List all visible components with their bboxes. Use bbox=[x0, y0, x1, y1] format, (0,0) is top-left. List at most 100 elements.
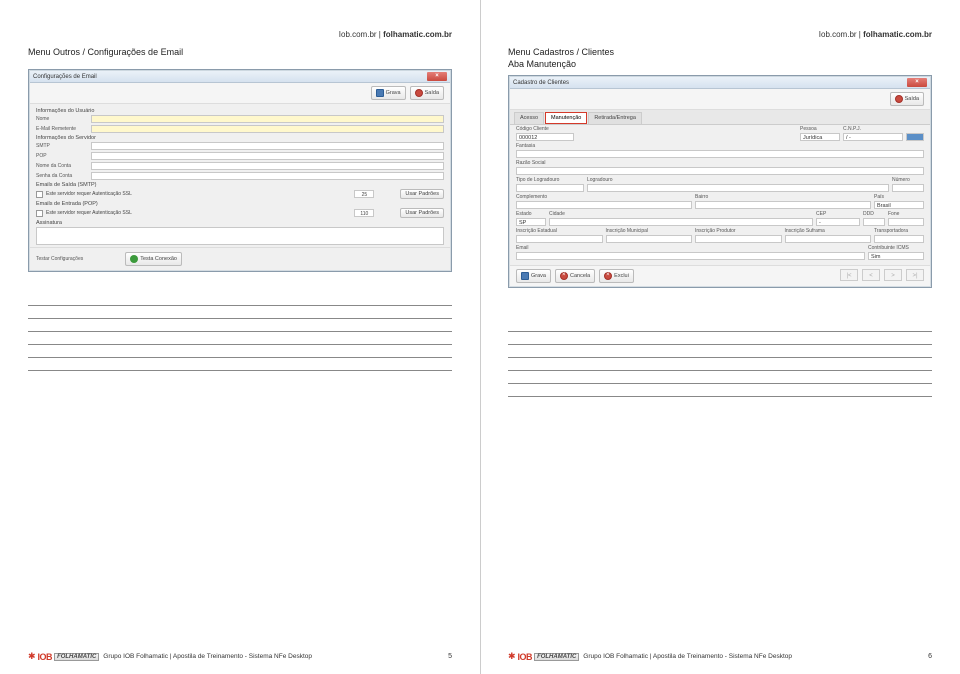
screenshot-email-config: Configurações de Email × Grava Saída Inf… bbox=[28, 69, 452, 272]
nome-input[interactable] bbox=[91, 115, 444, 123]
label-insc-suf: Inscrição Suframa bbox=[785, 228, 872, 234]
screenshot-clientes: Cadastro de Clientes × Saída Acesso Manu… bbox=[508, 75, 932, 288]
footer-text: Grupo IOB Folhamatic | Apostila de Trein… bbox=[583, 653, 792, 660]
cancela-button[interactable]: Cancela bbox=[555, 269, 595, 283]
grava-button[interactable]: Grava bbox=[516, 269, 551, 283]
close-icon bbox=[895, 95, 903, 103]
insc-est-input[interactable] bbox=[516, 235, 603, 243]
close-icon[interactable]: × bbox=[427, 72, 447, 81]
label-nome-conta: Nome da Conta bbox=[36, 163, 88, 169]
nome-conta-input[interactable] bbox=[91, 162, 444, 170]
ssl-label-smtp: Este servidor requer Autenticação SSL bbox=[46, 191, 351, 197]
window-title: Cadastro de Clientes bbox=[513, 80, 569, 86]
folhamatic-badge: FOLHAMATIC bbox=[534, 653, 579, 661]
pessoa-select[interactable]: Jurídica bbox=[800, 133, 840, 141]
label-estado: Estado bbox=[516, 211, 546, 217]
label-senha-conta: Senha da Conta bbox=[36, 173, 88, 179]
fantasia-input[interactable] bbox=[516, 150, 924, 158]
tab-manutencao[interactable]: Manutenção bbox=[545, 112, 587, 124]
label-cnpj: C.N.P.J. bbox=[843, 126, 903, 132]
bottom-toolbar: Grava Cancela Exclui |< < > >| bbox=[510, 265, 930, 286]
page-number: 5 bbox=[448, 653, 452, 660]
label-assinatura: Assinatura bbox=[36, 220, 444, 226]
receita-icon[interactable] bbox=[906, 133, 924, 141]
exclui-button[interactable]: Exclui bbox=[599, 269, 634, 283]
estado-select[interactable]: SP bbox=[516, 218, 546, 226]
tipo-log-input[interactable] bbox=[516, 184, 584, 192]
insc-suf-input[interactable] bbox=[785, 235, 872, 243]
insc-prod-input[interactable] bbox=[695, 235, 782, 243]
test-icon bbox=[130, 255, 138, 263]
pop-input[interactable] bbox=[91, 152, 444, 160]
ssl-checkbox-smtp[interactable] bbox=[36, 191, 43, 198]
testa-conexao-button[interactable]: Testa Conexão bbox=[125, 252, 182, 266]
cidade-input[interactable] bbox=[549, 218, 813, 226]
smtp-input[interactable] bbox=[91, 142, 444, 150]
label-codigo-cliente: Código Cliente bbox=[516, 126, 574, 132]
insc-mun-input[interactable] bbox=[606, 235, 693, 243]
port-pop-input[interactable]: 110 bbox=[354, 209, 374, 217]
pais-input[interactable]: Brasil bbox=[874, 201, 924, 209]
section-pop-in: Emails de Entrada (POP) bbox=[36, 201, 444, 207]
port-smtp-input[interactable]: 25 bbox=[354, 190, 374, 198]
cancel-icon bbox=[560, 272, 568, 280]
label-contrib: Contribuinte ICMS bbox=[868, 245, 924, 251]
label-insc-est: Inscrição Estadual bbox=[516, 228, 603, 234]
ssl-label-pop: Este servidor requer Autenticação SSL bbox=[46, 210, 351, 216]
contrib-select[interactable]: Sim bbox=[868, 252, 924, 260]
saida-button[interactable]: Saída bbox=[890, 92, 924, 106]
grava-button[interactable]: Grava bbox=[371, 86, 406, 100]
label-nome: Nome bbox=[36, 116, 88, 122]
nav-first-button[interactable]: |< bbox=[840, 269, 858, 281]
footer-text: Grupo IOB Folhamatic | Apostila de Trein… bbox=[103, 653, 312, 660]
link-bold: folhamatic.com.br bbox=[863, 30, 932, 39]
label-insc-mun: Inscrição Municipal bbox=[606, 228, 693, 234]
right-sub-title: Aba Manutenção bbox=[508, 59, 932, 69]
complemento-input[interactable] bbox=[516, 201, 692, 209]
label-fone: Fone bbox=[888, 211, 924, 217]
logradouro-input[interactable] bbox=[587, 184, 889, 192]
section-server-info: Informações do Servidor bbox=[36, 135, 444, 141]
ssl-checkbox-pop[interactable] bbox=[36, 210, 43, 217]
assinatura-input[interactable] bbox=[36, 227, 444, 245]
usar-padroes-smtp-button[interactable]: Usar Padrões bbox=[400, 189, 444, 199]
window-titlebar: Cadastro de Clientes × bbox=[510, 77, 930, 89]
tabs: Acesso Manutenção Retirada/Entrega bbox=[510, 110, 930, 125]
nav-prev-button[interactable]: < bbox=[862, 269, 880, 281]
page-number: 6 bbox=[928, 653, 932, 660]
footer-right: ✱ IOB FOLHAMATIC Grupo IOB Folhamatic | … bbox=[508, 651, 932, 662]
delete-icon bbox=[604, 272, 612, 280]
label-pessoa: Pessoa bbox=[800, 126, 840, 132]
label-email: Email bbox=[516, 245, 865, 251]
right-menu-title: Menu Cadastros / Clientes bbox=[508, 47, 932, 57]
iob-text: IOB bbox=[38, 652, 53, 662]
nav-next-button[interactable]: > bbox=[884, 269, 902, 281]
nav-last-button[interactable]: >| bbox=[906, 269, 924, 281]
ddd-input[interactable] bbox=[863, 218, 885, 226]
close-icon[interactable]: × bbox=[907, 78, 927, 87]
senha-conta-input[interactable] bbox=[91, 172, 444, 180]
logo-iob: ✱ IOB FOLHAMATIC bbox=[28, 651, 99, 662]
tab-acesso[interactable]: Acesso bbox=[514, 112, 544, 124]
email-remetente-input[interactable] bbox=[91, 125, 444, 133]
label-transp: Transportadora bbox=[874, 228, 924, 234]
section-smtp-out: Emails de Saída (SMTP) bbox=[36, 182, 444, 188]
fone-input[interactable] bbox=[888, 218, 924, 226]
cep-input[interactable]: - bbox=[816, 218, 860, 226]
numero-input[interactable] bbox=[892, 184, 924, 192]
usar-padroes-pop-button[interactable]: Usar Padrões bbox=[400, 208, 444, 218]
label-logradouro: Logradouro bbox=[587, 177, 889, 183]
header-link: Iob.com.br | folhamatic.com.br bbox=[28, 30, 452, 39]
save-icon bbox=[521, 272, 529, 280]
cnpj-input[interactable]: / - bbox=[843, 133, 903, 141]
codigo-cliente-input[interactable]: 000012 bbox=[516, 133, 574, 141]
label-numero: Número bbox=[892, 177, 924, 183]
tab-retirada[interactable]: Retirada/Entrega bbox=[588, 112, 642, 124]
bairro-input[interactable] bbox=[695, 201, 871, 209]
razao-input[interactable] bbox=[516, 167, 924, 175]
email-input[interactable] bbox=[516, 252, 865, 260]
star-icon: ✱ bbox=[28, 651, 36, 662]
transp-select[interactable] bbox=[874, 235, 924, 243]
saida-button[interactable]: Saída bbox=[410, 86, 444, 100]
link-bold: folhamatic.com.br bbox=[383, 30, 452, 39]
